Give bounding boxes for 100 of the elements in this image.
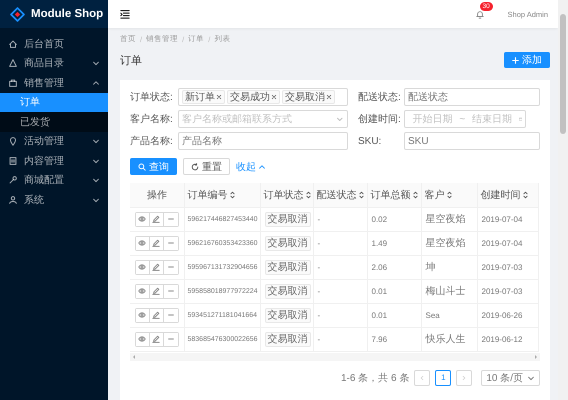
column-header[interactable]: 订单编号 xyxy=(184,183,260,207)
edit-button[interactable] xyxy=(150,236,164,250)
table-cell: 2019-07-03 xyxy=(477,279,538,303)
column-header: 操作 xyxy=(130,183,184,207)
edit-button[interactable] xyxy=(150,308,164,322)
menu-icon xyxy=(120,9,130,19)
input-field[interactable]: SKU xyxy=(404,132,540,150)
status-tag: 交易取消 xyxy=(264,308,310,322)
table-cell: 2019-07-03 xyxy=(477,255,538,279)
chevron-right-icon xyxy=(461,374,468,380)
tag-select-field[interactable]: 新订单 交易成功 交易取消 xyxy=(178,88,348,106)
pencil-icon xyxy=(152,311,160,319)
sidebar-item[interactable]: 商品目录 xyxy=(0,54,108,73)
plus-icon xyxy=(512,56,519,64)
eye-icon xyxy=(138,335,146,343)
table-cell: 2019-07-04 xyxy=(477,207,538,231)
person-icon xyxy=(8,194,18,205)
table-cell: 2019-07-04 xyxy=(477,231,538,255)
tag-chip[interactable]: 交易取消 xyxy=(282,90,335,104)
chevron-down-icon xyxy=(336,115,344,123)
chevron-down-icon xyxy=(527,374,535,382)
field-label: 产品名称: xyxy=(130,134,174,148)
pencil-icon xyxy=(152,263,160,271)
pencil-icon xyxy=(152,239,160,247)
column-header[interactable]: 配送状态 xyxy=(313,183,367,207)
edit-button[interactable] xyxy=(150,212,164,226)
field-label: SKU: xyxy=(358,136,382,146)
table-cell: 星空夜焰 xyxy=(421,207,477,231)
tag-chip[interactable]: 交易成功 xyxy=(227,90,280,104)
status-tag: 交易取消 xyxy=(264,236,310,250)
triangle-icon xyxy=(8,58,18,68)
sidebar-item[interactable]: 已发货 xyxy=(0,112,108,132)
table-cell: Sea xyxy=(421,303,477,327)
close-icon xyxy=(326,94,332,100)
chevron-left-icon xyxy=(419,374,426,380)
calendar-icon xyxy=(518,115,522,123)
close-icon xyxy=(216,94,222,100)
table-cell: 星空夜焰 xyxy=(421,231,477,255)
table-cell: 2.06 xyxy=(367,255,421,279)
pin-icon xyxy=(8,136,18,146)
input-field[interactable]: 配送状态 xyxy=(404,88,540,106)
sidebar-item[interactable]: 系统 xyxy=(0,190,108,210)
reset-button[interactable]: 重置 xyxy=(183,158,230,175)
sidebar-item[interactable]: 活动管理 xyxy=(0,132,108,151)
table-cell: 0.02 xyxy=(367,207,421,231)
column-header[interactable]: 订单总额 xyxy=(367,183,421,207)
view-button[interactable] xyxy=(136,284,150,298)
chevron-up-icon xyxy=(258,162,266,170)
horizontal-scrollbar[interactable] xyxy=(130,352,540,360)
page-size-select[interactable]: 10 条/页 xyxy=(481,370,540,386)
eye-icon xyxy=(138,263,146,271)
pagination-summary: 1-6 条，共 6 条 xyxy=(340,372,410,384)
pencil-icon xyxy=(152,215,160,223)
edit-button[interactable] xyxy=(150,260,164,274)
status-tag: 交易取消 xyxy=(264,332,310,346)
column-header[interactable]: 创建时间 xyxy=(477,183,538,207)
column-header[interactable]: 订单状态 xyxy=(260,183,313,207)
field-label: 客户名称: xyxy=(130,112,174,126)
eye-icon xyxy=(138,239,146,247)
table-cell: 0.01 xyxy=(367,279,421,303)
eye-icon xyxy=(138,215,146,223)
table-cell: 0.01 xyxy=(367,303,421,327)
table-cell: - xyxy=(313,279,367,303)
table-cell: 快乐人生 xyxy=(421,327,477,351)
status-tag: 交易取消 xyxy=(264,284,310,298)
status-tag: 交易取消 xyxy=(264,260,310,274)
scrollbar-thumb[interactable] xyxy=(560,14,566,134)
end-date-input[interactable]: 结束日期 xyxy=(467,114,517,124)
edit-button[interactable] xyxy=(150,332,164,346)
table-cell: 2019-06-26 xyxy=(477,303,538,327)
table-cell: - xyxy=(313,303,367,327)
table-cell: 梅山斗士 xyxy=(421,279,477,303)
sidebar-item[interactable]: 商城配置 xyxy=(0,170,108,190)
eye-icon xyxy=(138,311,146,319)
view-button[interactable] xyxy=(136,308,150,322)
start-date-input[interactable]: 开始日期 xyxy=(408,114,458,124)
table-cell: 1.49 xyxy=(367,231,421,255)
logo-icon xyxy=(10,6,25,22)
view-button[interactable] xyxy=(136,212,150,226)
edit-button[interactable] xyxy=(150,284,164,298)
sidebar-item[interactable]: 销售管理 xyxy=(0,73,108,92)
bag-icon xyxy=(8,78,18,88)
table-cell: 2019-06-12 xyxy=(477,327,538,351)
page-title: 订单 xyxy=(120,54,142,68)
column-header[interactable]: 客户 xyxy=(421,183,477,207)
input-field[interactable]: 产品名称 xyxy=(178,132,348,150)
document-icon xyxy=(8,156,18,166)
field-label: 配送状态: xyxy=(358,90,402,104)
close-icon xyxy=(271,94,277,100)
sidebar-item[interactable]: 后台首页 xyxy=(0,34,108,54)
view-button[interactable] xyxy=(136,260,150,274)
view-button[interactable] xyxy=(136,332,150,346)
view-button[interactable] xyxy=(136,236,150,250)
tag-chip[interactable]: 新订单 xyxy=(182,90,225,104)
field-label: 订单状态: xyxy=(130,90,174,104)
table-cell: 坤 xyxy=(421,255,477,279)
field-label: 创建时间: xyxy=(358,112,402,126)
table-cell: - xyxy=(313,207,367,231)
sidebar-item[interactable]: 内容管理 xyxy=(0,151,108,170)
wrench-icon xyxy=(8,175,18,186)
